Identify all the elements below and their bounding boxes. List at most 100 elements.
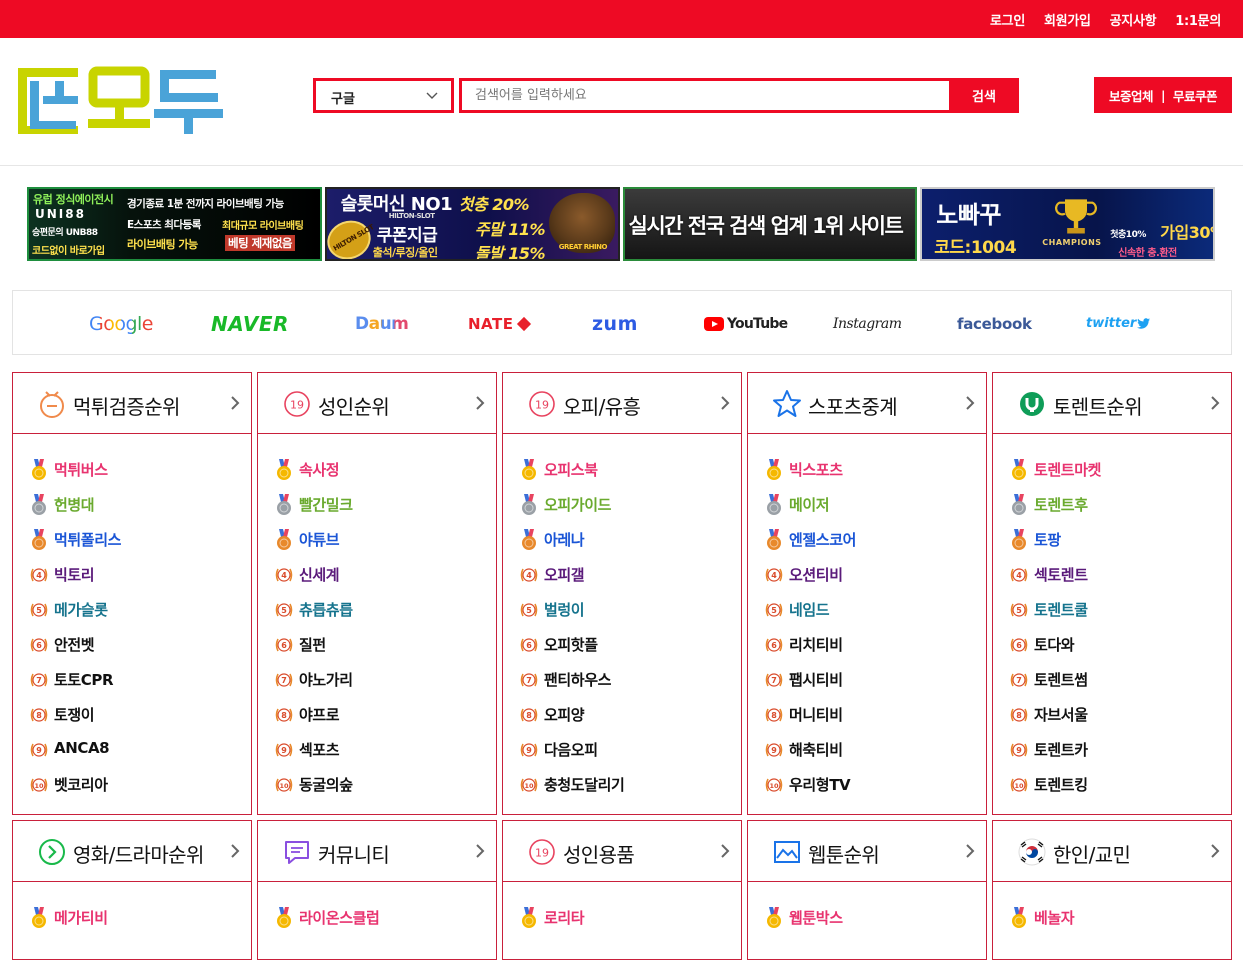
list-item[interactable]: 먹튀폴리스 bbox=[13, 526, 251, 561]
list-item[interactable]: 먹튀버스 bbox=[13, 456, 251, 491]
list-item[interactable]: 7 토렌트썸 bbox=[993, 666, 1231, 701]
list-item[interactable]: 6 토다와 bbox=[993, 631, 1231, 666]
section-header[interactable]: 스포츠중계 bbox=[748, 373, 986, 434]
portal-youtube[interactable]: YouTube bbox=[704, 291, 788, 356]
site-name[interactable]: 로리타 bbox=[544, 907, 585, 928]
site-name[interactable]: 팹시티비 bbox=[789, 669, 843, 690]
site-name[interactable]: 토렌트후 bbox=[1034, 494, 1088, 515]
chevron-right-icon[interactable] bbox=[1209, 843, 1221, 859]
site-name[interactable]: 신세계 bbox=[299, 564, 340, 585]
list-item[interactable]: 빨간밀크 bbox=[258, 491, 496, 526]
site-name[interactable]: 토팡 bbox=[1034, 529, 1061, 550]
list-item[interactable]: 엔젤스코어 bbox=[748, 526, 986, 561]
portal-zum[interactable]: zum bbox=[592, 291, 638, 356]
site-name[interactable]: 벌렁이 bbox=[544, 599, 585, 620]
portal-twitter[interactable]: twitter bbox=[1086, 291, 1151, 356]
list-item[interactable]: 토팡 bbox=[993, 526, 1231, 561]
section-header[interactable]: 19 성인순위 bbox=[258, 373, 496, 434]
list-item[interactable]: 7 토토CPR bbox=[13, 666, 251, 701]
list-item[interactable]: 속사정 bbox=[258, 456, 496, 491]
site-name[interactable]: 엔젤스코어 bbox=[789, 529, 856, 550]
list-item[interactable]: 8 야프로 bbox=[258, 701, 496, 736]
list-item[interactable]: 8 자브서울 bbox=[993, 701, 1231, 736]
site-name[interactable]: 메이저 bbox=[789, 494, 830, 515]
portal-daum[interactable]: Daum bbox=[355, 291, 409, 356]
site-name[interactable]: 빅스포츠 bbox=[789, 459, 843, 480]
list-item[interactable]: 아레나 bbox=[503, 526, 741, 561]
list-item[interactable]: 4 빅토리 bbox=[13, 561, 251, 596]
portal-instagram[interactable]: Instagram bbox=[833, 291, 902, 356]
chevron-right-icon[interactable] bbox=[719, 843, 731, 859]
list-item[interactable]: 5 벌렁이 bbox=[503, 596, 741, 631]
site-name[interactable]: 웹툰박스 bbox=[789, 907, 843, 928]
site-name[interactable]: 토렌트쿨 bbox=[1034, 599, 1088, 620]
list-item[interactable]: 8 토쟁이 bbox=[13, 701, 251, 736]
site-name[interactable]: 우리형TV bbox=[789, 774, 851, 795]
site-name[interactable]: 충청도달리기 bbox=[544, 774, 625, 795]
list-item[interactable]: 10 충청도달리기 bbox=[503, 771, 741, 806]
list-item[interactable]: 8 오피양 bbox=[503, 701, 741, 736]
list-item[interactable]: 토렌트후 bbox=[993, 491, 1231, 526]
site-name[interactable]: 토렌트카 bbox=[1034, 739, 1088, 760]
list-item[interactable]: 베놀자 bbox=[993, 904, 1231, 939]
list-item[interactable]: 오피스북 bbox=[503, 456, 741, 491]
site-name[interactable]: 라이온스클럽 bbox=[299, 907, 380, 928]
section-header[interactable]: 커뮤니티 bbox=[258, 821, 496, 882]
list-item[interactable]: 10 우리형TV bbox=[748, 771, 986, 806]
site-name[interactable]: 오피스북 bbox=[544, 459, 598, 480]
site-name[interactable]: 머니티비 bbox=[789, 704, 843, 725]
section-header[interactable]: 먹튀검증순위 bbox=[13, 373, 251, 434]
site-name[interactable]: 섹포츠 bbox=[299, 739, 340, 760]
site-name[interactable]: 야노가리 bbox=[299, 669, 353, 690]
list-item[interactable]: 9 섹포츠 bbox=[258, 736, 496, 771]
list-item[interactable]: 빅스포츠 bbox=[748, 456, 986, 491]
list-item[interactable]: 야튜브 bbox=[258, 526, 496, 561]
list-item[interactable]: 4 오션티비 bbox=[748, 561, 986, 596]
list-item[interactable]: 라이온스클럽 bbox=[258, 904, 496, 939]
chevron-right-icon[interactable] bbox=[964, 395, 976, 411]
guarantee-button[interactable]: 보증업체 bbox=[1109, 86, 1154, 105]
section-header[interactable]: 19 오피/유흥 bbox=[503, 373, 741, 434]
list-item[interactable]: 9 다음오피 bbox=[503, 736, 741, 771]
list-item[interactable]: 메가티비 bbox=[13, 904, 251, 939]
list-item[interactable]: 10 토렌트킹 bbox=[993, 771, 1231, 806]
list-item[interactable]: 토렌트마켓 bbox=[993, 456, 1231, 491]
list-item[interactable]: 메이저 bbox=[748, 491, 986, 526]
list-item[interactable]: 5 츄릅츄릅 bbox=[258, 596, 496, 631]
list-item[interactable]: 7 야노가리 bbox=[258, 666, 496, 701]
site-name[interactable]: 빨간밀크 bbox=[299, 494, 353, 515]
list-item[interactable]: 로리타 bbox=[503, 904, 741, 939]
search-input[interactable] bbox=[462, 81, 949, 110]
site-name[interactable]: 빅토리 bbox=[54, 564, 95, 585]
site-name[interactable]: 네임드 bbox=[789, 599, 830, 620]
list-item[interactable]: 10 동굴의숲 bbox=[258, 771, 496, 806]
site-name[interactable]: 아레나 bbox=[544, 529, 585, 550]
section-header[interactable]: 한인/교민 bbox=[993, 821, 1231, 882]
chevron-right-icon[interactable] bbox=[964, 843, 976, 859]
list-item[interactable]: 4 신세계 bbox=[258, 561, 496, 596]
list-item[interactable]: 9 ANCA8 bbox=[13, 736, 251, 771]
inquiry-link[interactable]: 1:1문의 bbox=[1175, 10, 1221, 29]
site-name[interactable]: 오션티비 bbox=[789, 564, 843, 585]
list-item[interactable]: 9 토렌트카 bbox=[993, 736, 1231, 771]
site-name[interactable]: ANCA8 bbox=[54, 739, 110, 757]
site-name[interactable]: 메가티비 bbox=[54, 907, 108, 928]
site-name[interactable]: 오피가이드 bbox=[544, 494, 611, 515]
site-name[interactable]: 토쟁이 bbox=[54, 704, 95, 725]
list-item[interactable]: 5 토렌트쿨 bbox=[993, 596, 1231, 631]
list-item[interactable]: 7 팹시티비 bbox=[748, 666, 986, 701]
chevron-right-icon[interactable] bbox=[1209, 395, 1221, 411]
free-coupon-button[interactable]: 무료쿠폰 bbox=[1173, 86, 1218, 105]
site-name[interactable]: 토다와 bbox=[1034, 634, 1075, 655]
site-name[interactable]: 벳코리아 bbox=[54, 774, 108, 795]
chevron-right-icon[interactable] bbox=[229, 395, 241, 411]
list-item[interactable]: 6 오피핫플 bbox=[503, 631, 741, 666]
search-button[interactable]: 검색 bbox=[949, 78, 1019, 113]
site-name[interactable]: 다음오피 bbox=[544, 739, 598, 760]
site-name[interactable]: 토렌트킹 bbox=[1034, 774, 1088, 795]
list-item[interactable]: 웹툰박스 bbox=[748, 904, 986, 939]
site-name[interactable]: 해축티비 bbox=[789, 739, 843, 760]
list-item[interactable]: 7 팬티하우스 bbox=[503, 666, 741, 701]
list-item[interactable]: 4 섹토렌트 bbox=[993, 561, 1231, 596]
chevron-right-icon[interactable] bbox=[474, 395, 486, 411]
